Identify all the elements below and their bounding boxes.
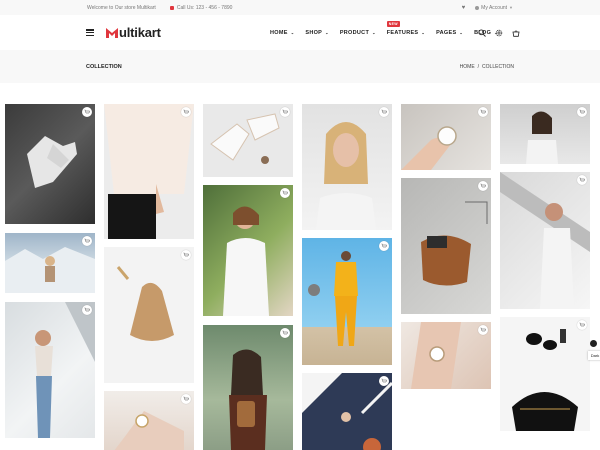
cart-basket-icon[interactable]: [511, 28, 520, 37]
add-to-cart-icon[interactable]: [577, 175, 587, 185]
product-image: [35, 302, 95, 438]
add-to-cart-icon[interactable]: [379, 107, 389, 117]
add-to-cart-icon[interactable]: [478, 325, 488, 335]
product-image: [500, 172, 590, 309]
add-to-cart-icon[interactable]: [577, 107, 587, 117]
add-to-cart-icon[interactable]: [280, 328, 290, 338]
product-tile-basketball-court[interactable]: [302, 373, 392, 450]
logo-m-icon: [106, 28, 118, 38]
product-image: [316, 122, 376, 230]
main-nav: HOME ⌄ SHOP ⌄ PRODUCT ⌄ NEW FEATURES ⌄ PAGES…: [270, 15, 498, 50]
phone-icon: [169, 5, 174, 10]
logo-text: ultikart: [119, 25, 161, 40]
nav-pages-label: PAGES: [436, 29, 457, 36]
nav-features[interactable]: NEW FEATURES ⌄: [386, 20, 426, 36]
nav-pages[interactable]: PAGES ⌄: [436, 30, 463, 36]
menu-hamburger-icon[interactable]: [86, 29, 94, 36]
chevron-down-icon: ⌄: [372, 30, 376, 35]
product-tile-shadow-model[interactable]: [500, 172, 590, 309]
product-tile-wrist-watch[interactable]: [104, 391, 194, 450]
product-tile-bag-flatlay[interactable]: [104, 247, 194, 383]
add-to-cart-icon[interactable]: [181, 394, 191, 404]
add-to-cart-icon[interactable]: [82, 305, 92, 315]
new-badge: NEW: [386, 20, 400, 27]
settings-gear-icon[interactable]: [494, 28, 503, 37]
top-bar: Welcome to Our store Multikart Call Us: …: [0, 0, 600, 15]
product-image: [223, 206, 269, 316]
product-tile-white-top[interactable]: [203, 185, 293, 316]
phone-info: Call Us: 123 - 456 - 7890: [169, 4, 233, 11]
logo[interactable]: ultikart: [106, 25, 161, 40]
breadcrumb-separator: /: [477, 63, 480, 70]
my-account-label: My Account: [481, 4, 508, 11]
nav-shop-label: SHOP: [305, 29, 323, 36]
product-tile-yellow-tracksuit[interactable]: [302, 238, 392, 365]
chevron-down-icon: ▼: [509, 5, 513, 10]
main-header: ultikart HOME ⌄ SHOP ⌄ PRODUCT ⌄ NEW FEATUR…: [0, 15, 600, 50]
product-tile-hand-watch[interactable]: [401, 104, 491, 170]
product-image: [229, 349, 267, 450]
add-to-cart-icon[interactable]: [82, 236, 92, 246]
product-image: [421, 201, 488, 286]
product-tile-shoes-flatlay[interactable]: [203, 104, 293, 177]
add-to-cart-icon[interactable]: [379, 376, 389, 386]
product-image: [308, 251, 358, 346]
product-image: [104, 104, 194, 239]
nav-product-label: PRODUCT: [339, 29, 370, 36]
product-tile-backpack[interactable]: [203, 325, 293, 450]
product-tile-sweater[interactable]: [104, 104, 194, 239]
product-tile-sneakers[interactable]: [5, 104, 95, 224]
add-to-cart-icon[interactable]: [577, 320, 587, 330]
chevron-down-icon: ⌄: [290, 30, 295, 35]
nav-features-label: FEATURES: [386, 29, 419, 36]
product-image: [512, 329, 578, 431]
nav-product[interactable]: PRODUCT ⌄: [340, 30, 376, 36]
add-to-cart-icon[interactable]: [280, 107, 290, 117]
add-to-cart-icon[interactable]: [478, 181, 488, 191]
product-tile-woman-portrait[interactable]: [500, 104, 590, 164]
product-image: [302, 373, 392, 450]
product-tile-girl-jeans[interactable]: [5, 302, 95, 438]
nav-home-label: HOME: [270, 29, 288, 36]
search-icon[interactable]: [477, 28, 486, 37]
breadcrumb: HOME / COLLECTION: [460, 64, 514, 70]
my-account-menu[interactable]: My Account ▼: [475, 5, 513, 11]
chevron-down-icon: ⌄: [325, 30, 329, 35]
wishlist-heart-icon[interactable]: ♥: [462, 5, 466, 11]
chevron-down-icon: ⌄: [459, 30, 464, 35]
nav-home[interactable]: HOME ⌄: [270, 30, 294, 36]
add-to-cart-icon[interactable]: [181, 250, 191, 260]
breadcrumb-bar: COLLECTION HOME / COLLECTION: [0, 50, 600, 83]
welcome-text: Welcome to Our store Multikart: [87, 4, 156, 11]
nav-shop[interactable]: SHOP ⌄: [305, 30, 328, 36]
page-title: COLLECTION: [86, 63, 122, 70]
collection-masonry-grid: [0, 104, 600, 450]
settings-gear-icon[interactable]: [590, 340, 597, 347]
add-to-cart-icon[interactable]: [280, 188, 290, 198]
phone-text: Call Us: 123 - 456 - 7890: [176, 4, 233, 11]
add-to-cart-icon[interactable]: [82, 107, 92, 117]
dark-mode-toggle[interactable]: Dark: [588, 351, 600, 360]
product-tile-accessories-flatlay[interactable]: [500, 317, 590, 431]
breadcrumb-home-link[interactable]: HOME: [460, 64, 475, 70]
product-image: [210, 113, 280, 164]
add-to-cart-icon[interactable]: [478, 107, 488, 117]
product-tile-winter[interactable]: [5, 233, 95, 293]
side-tools: Dark: [588, 340, 600, 360]
product-image: [116, 266, 174, 341]
product-tile-travel-bag[interactable]: [401, 178, 491, 314]
product-tile-blonde-model[interactable]: [302, 104, 392, 230]
add-to-cart-icon[interactable]: [181, 107, 191, 117]
add-to-cart-icon[interactable]: [379, 241, 389, 251]
user-icon: [475, 5, 480, 10]
breadcrumb-current: COLLECTION: [482, 63, 514, 70]
header-icons: [477, 15, 520, 50]
product-tile-watch-closeup[interactable]: [401, 322, 491, 389]
product-image: [27, 136, 77, 188]
chevron-down-icon: ⌄: [421, 30, 426, 35]
